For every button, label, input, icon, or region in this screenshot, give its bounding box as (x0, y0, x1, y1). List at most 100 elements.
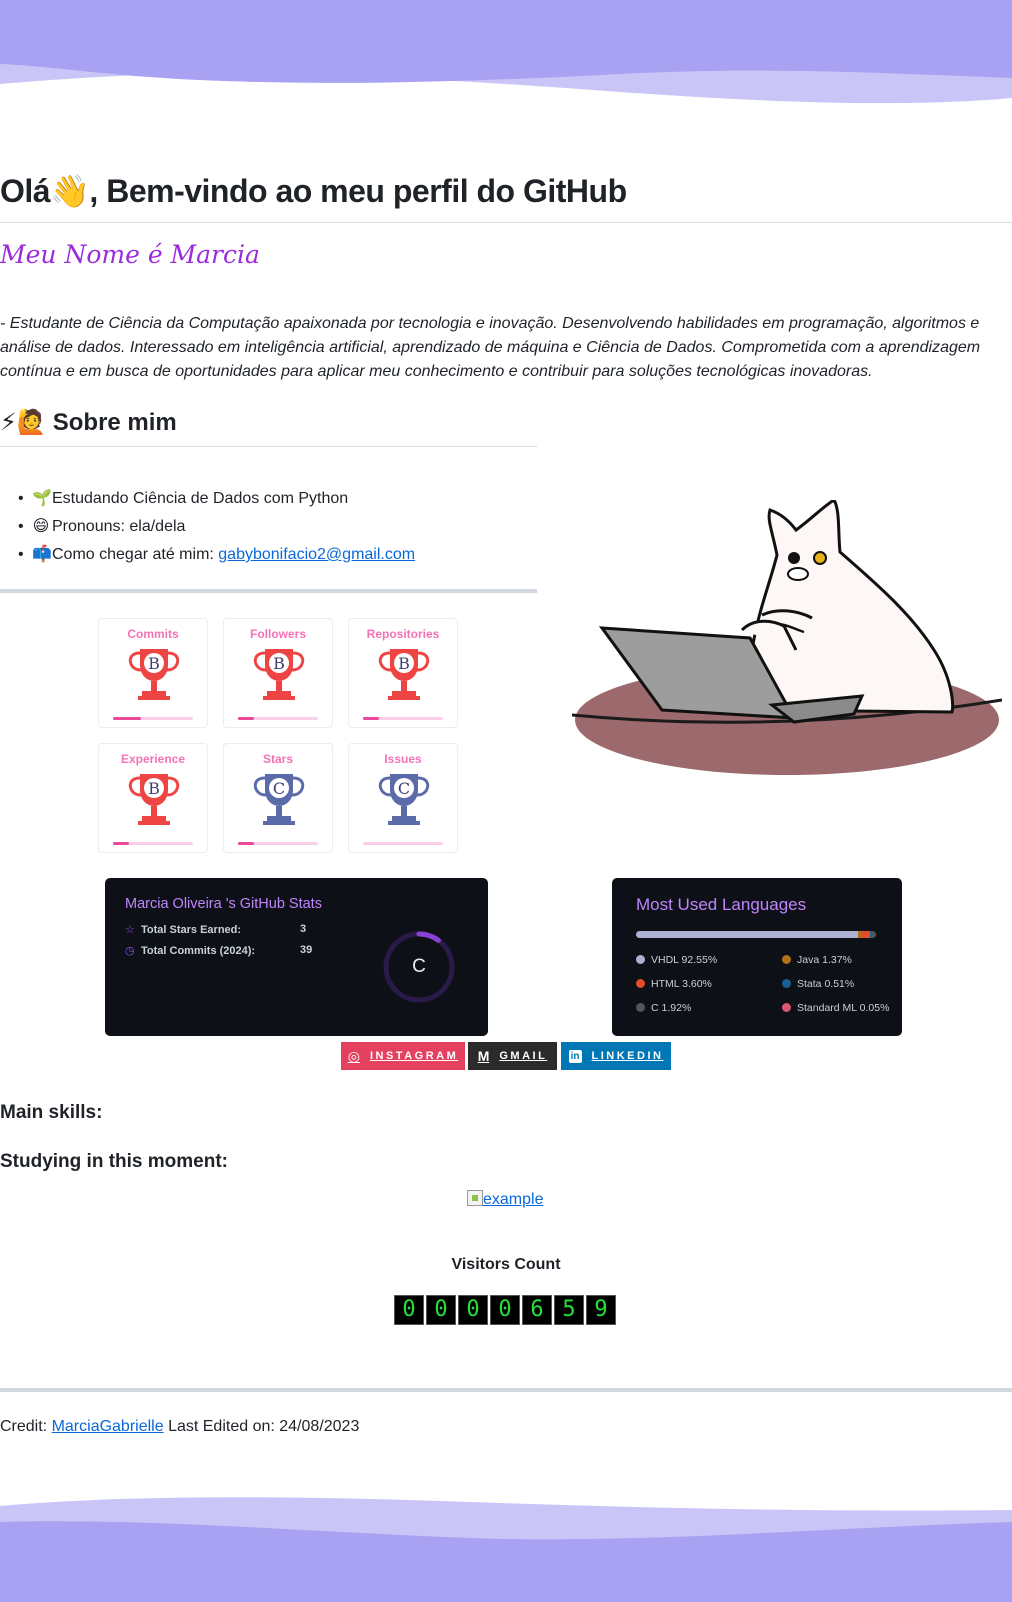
trophy-card: Experience B (98, 743, 208, 853)
trophy-card: Followers B (223, 618, 333, 728)
github-stats-card: Marcia Oliveira 's GitHub Stats ☆ Total S… (105, 878, 488, 1036)
list-item: 😄Pronouns: ela/dela (18, 516, 415, 544)
title-divider (0, 222, 1012, 223)
trophy-progress-bar (113, 717, 193, 720)
name-banner: Meu Nome é Marcia (0, 240, 260, 269)
gmail-icon: M (477, 1048, 490, 1064)
trophy-rank: B (148, 779, 160, 798)
instagram-badge[interactable]: ◎ INSTAGRAM (341, 1042, 465, 1070)
example-alt-text: example (483, 1191, 544, 1208)
credit-line: Credit: MarciaGabrielle Last Edited on: … (0, 1418, 359, 1436)
trophy-progress-fill (113, 842, 129, 845)
clock-icon: ◷ (125, 945, 135, 957)
counter-digit: 5 (554, 1295, 584, 1325)
linkedin-badge-label: LINKEDIN (591, 1050, 664, 1062)
list-item-text: Pronouns: ela/dela (52, 518, 186, 535)
linkedin-badge[interactable]: in LINKEDIN (561, 1042, 671, 1070)
list-item: 🌱Estudando Ciência de Dados com Python (18, 488, 415, 516)
trophy-icon: B (253, 649, 305, 700)
stat-label: Total Commits (2024): (141, 945, 256, 957)
footer-divider (0, 1388, 1012, 1392)
trophy-rank: C (273, 779, 285, 798)
language-percent: 0.51% (824, 978, 855, 990)
star-icon: ☆ (125, 924, 135, 936)
trophy-progress-bar (113, 842, 193, 845)
visitors-count-label: Visitors Count (451, 1256, 561, 1273)
counter-digit: 0 (426, 1295, 456, 1325)
trophy-progress-fill (238, 717, 254, 720)
example-image-link[interactable]: example (467, 1190, 543, 1209)
language-name: VHDL (651, 954, 679, 966)
footer-wave-banner (0, 1497, 1012, 1602)
credit-prefix: Credit: (0, 1418, 52, 1435)
trophy-title: Repositories (366, 627, 440, 641)
language-percent: 0.05% (859, 1002, 890, 1014)
about-heading: ⚡🙋 Sobre mim (0, 408, 177, 437)
stat-value: 3 (300, 923, 307, 935)
language-legend-item: Stata 0.51% (782, 978, 854, 990)
list-item: 📫Como chegar até mim: gabybonifacio2@gma… (18, 544, 415, 572)
stats-card-title: Marcia Oliveira 's GitHub Stats (125, 896, 322, 912)
intro-paragraph: - Estudante de Ciência da Computação apa… (0, 315, 981, 380)
list-item-text: Estudando Ciência de Dados com Python (52, 490, 349, 507)
language-percent: 1.37% (822, 954, 852, 966)
section-divider (0, 589, 537, 593)
trophy-card: Repositories B (348, 618, 458, 728)
credit-author-link[interactable]: MarciaGabrielle (52, 1418, 164, 1435)
stat-label: Total Stars Earned: (141, 924, 242, 936)
gmail-badge[interactable]: M GMAIL (468, 1042, 557, 1070)
counter-digit: 6 (522, 1295, 552, 1325)
trophy-icon: B (128, 774, 180, 825)
language-color-dot (636, 955, 645, 964)
trophy-progress-bar (238, 717, 318, 720)
trophy-progress-fill (363, 717, 379, 720)
trophy-card: Commits B (98, 618, 208, 728)
list-item-text: Como chegar até mim: (52, 546, 219, 563)
about-divider (0, 446, 537, 447)
language-bar-segment (636, 931, 859, 938)
counter-digit: 0 (490, 1295, 520, 1325)
stat-row-commits: ◷ Total Commits (2024): 39 (125, 944, 312, 957)
stat-value: 39 (300, 944, 313, 956)
language-legend-item: HTML 3.60% (636, 978, 712, 990)
trophy-progress-bar (363, 842, 443, 845)
trophy-rank: B (273, 654, 285, 673)
trophy-card: Issues C (348, 743, 458, 853)
instagram-badge-label: INSTAGRAM (369, 1050, 459, 1062)
language-legend-item: VHDL 92.55% (636, 954, 717, 966)
language-color-dot (636, 979, 645, 988)
email-link[interactable]: gabybonifacio2@gmail.com (218, 546, 415, 563)
studying-heading: Studying in this moment: (0, 1151, 228, 1172)
trophy-title: Followers (249, 627, 306, 641)
main-skills-heading: Main skills: (0, 1102, 103, 1123)
header-wave-banner (0, 0, 1012, 104)
trophy-icon: C (253, 774, 305, 825)
language-color-dot (782, 1003, 791, 1012)
trophy-progress-bar (363, 717, 443, 720)
trophy-rank: B (398, 654, 410, 673)
languages-progress-bar (636, 931, 876, 938)
last-edited-text: Last Edited on: 24/08/2023 (163, 1418, 360, 1435)
trophy-icon: B (128, 649, 180, 700)
rank-circle: C (382, 930, 456, 1004)
trophy-rank: B (148, 654, 160, 673)
instagram-icon: ◎ (347, 1047, 360, 1064)
language-legend-item: Standard ML 0.05% (782, 1002, 889, 1014)
language-percent: 92.55% (681, 954, 718, 966)
language-name: Stata (797, 978, 822, 990)
counter-digit: 9 (586, 1295, 616, 1325)
trophy-progress-fill (113, 717, 141, 720)
language-name: HTML (651, 978, 680, 990)
language-name: C (651, 1002, 659, 1014)
languages-card-title: Most Used Languages (636, 895, 807, 914)
language-percent: 3.60% (682, 978, 712, 990)
trophy-title: Stars (262, 752, 294, 766)
language-color-dot (636, 1003, 645, 1012)
trophy-icon: C (378, 774, 430, 825)
cat-laptop-illustration (572, 500, 1002, 775)
seedling-icon: 🌱 (32, 490, 52, 507)
page-title: Olá👋, Bem-vindo ao meu perfil do GitHub (0, 173, 627, 209)
trophy-progress-bar (238, 842, 318, 845)
gmail-badge-label: GMAIL (499, 1050, 548, 1062)
broken-image-icon (467, 1190, 483, 1206)
